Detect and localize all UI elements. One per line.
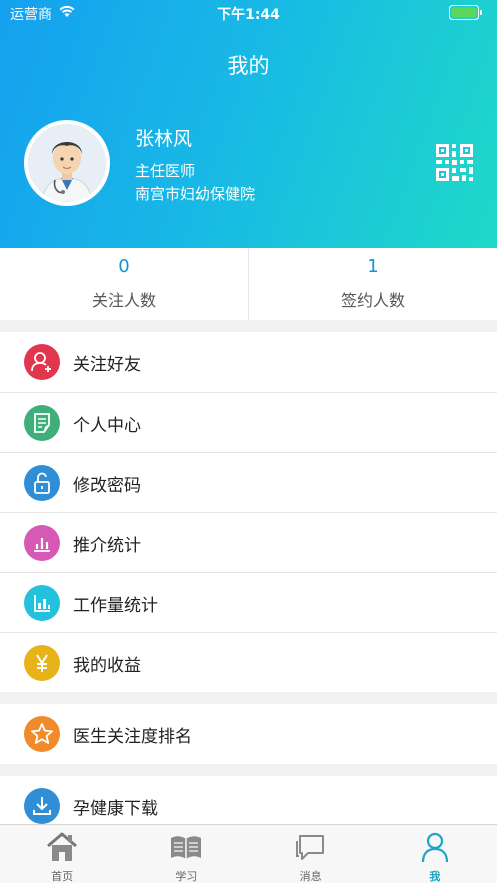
tab-label: 学习: [175, 870, 198, 883]
document-edit-icon: [24, 405, 60, 441]
unlock-icon: [24, 465, 60, 501]
menu-item-doctor-ranking[interactable]: 医生关注度排名: [0, 704, 497, 764]
doctor-avatar-icon[interactable]: [24, 120, 110, 206]
stat-signed[interactable]: 1 签约人数: [248, 248, 497, 320]
tab-home[interactable]: 首页: [0, 825, 124, 883]
menu-item-personal-center[interactable]: 个人中心: [0, 392, 497, 452]
bar-chart-icon: [24, 525, 60, 561]
doctor-organization: 南宫市妇幼保健院: [135, 185, 256, 203]
menu-item-referral-stats[interactable]: 推介统计: [0, 512, 497, 572]
stat-value: 0: [118, 256, 130, 277]
menu-item-label: 孕健康下载: [73, 799, 158, 819]
tab-study[interactable]: 学习: [124, 825, 248, 883]
yen-icon: [24, 645, 60, 681]
workload-chart-icon: [24, 585, 60, 621]
tab-label: 我: [429, 870, 441, 883]
download-icon: [24, 788, 60, 824]
person-icon: [421, 832, 448, 863]
home-icon: [47, 832, 78, 861]
page-title: 我的: [227, 54, 270, 78]
menu-item-label: 个人中心: [73, 416, 141, 436]
menu-item-workload-stats[interactable]: 工作量统计: [0, 572, 497, 632]
menu-item-label: 修改密码: [73, 476, 141, 496]
menu-item-change-password[interactable]: 修改密码: [0, 452, 497, 512]
stats-bar: 0 关注人数 1 签约人数: [0, 248, 497, 320]
menu-group-ranking: 医生关注度排名: [0, 704, 497, 764]
tab-me[interactable]: 我: [373, 825, 497, 883]
chat-icon: [295, 835, 324, 860]
menu-item-label: 关注好友: [73, 355, 141, 375]
tab-label: 消息: [299, 870, 322, 883]
profile-header: 运营商 下午1:44 我的 张林风 主任医师 南宫市妇幼保健院: [0, 0, 497, 248]
star-icon: [24, 716, 60, 752]
clock: 下午1:44: [217, 7, 280, 23]
menu-item-label: 工作量统计: [73, 596, 158, 616]
doctor-title: 主任医师: [135, 162, 196, 180]
tab-label: 首页: [51, 870, 74, 883]
doctor-name: 张林风: [135, 128, 193, 150]
book-icon: [171, 836, 202, 859]
stat-label: 关注人数: [91, 291, 156, 310]
menu-item-my-earnings[interactable]: 我的收益: [0, 632, 497, 692]
status-bar: 运营商 下午1:44: [0, 0, 497, 26]
stat-followers[interactable]: 0 关注人数: [0, 248, 248, 320]
menu-item-label: 推介统计: [73, 536, 141, 556]
stat-label: 签约人数: [340, 291, 405, 310]
menu-item-label: 我的收益: [73, 656, 141, 676]
battery-icon: [449, 5, 482, 20]
menu-item-label: 医生关注度排名: [73, 727, 192, 747]
tab-messages[interactable]: 消息: [249, 825, 373, 883]
stat-value: 1: [367, 256, 379, 277]
add-friend-icon: [24, 344, 60, 380]
qr-code-icon[interactable]: [436, 144, 473, 181]
menu-item-follow-friends[interactable]: 关注好友: [0, 332, 497, 392]
menu-group-main: 关注好友 个人中心 修改密码 推介统计 工作量统计 我的收益: [0, 332, 497, 692]
tab-bar: 首页 学习 消息 我: [0, 824, 497, 883]
